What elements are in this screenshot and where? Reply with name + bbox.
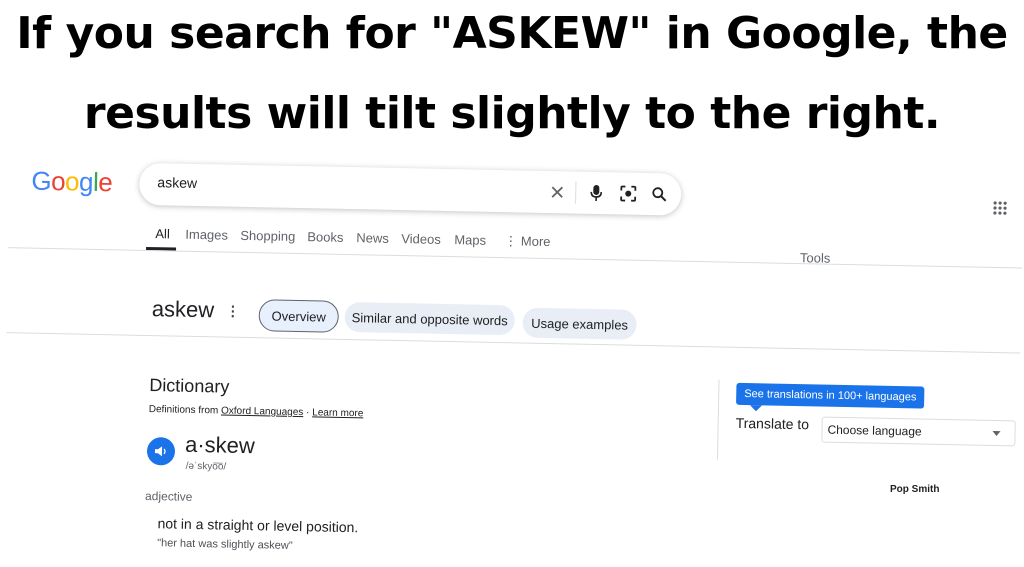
tab-videos[interactable]: Videos <box>401 231 441 247</box>
apps-grid-icon[interactable] <box>992 200 1008 216</box>
google-logo[interactable]: Google <box>31 166 112 199</box>
caption-line-1: If you search for "ASKEW" in Google, the <box>16 8 1008 59</box>
search-box[interactable]: askew <box>138 162 682 216</box>
translate-label: Translate to <box>735 414 810 433</box>
learn-more-link[interactable]: Learn more <box>312 407 363 419</box>
dictionary-title: Dictionary <box>149 375 230 397</box>
definition: not in a straight or level position. <box>157 515 359 536</box>
tab-more[interactable]: ⋮ More <box>504 233 551 250</box>
tab-maps[interactable]: Maps <box>454 232 486 248</box>
source-prefix: Definitions from <box>148 404 222 417</box>
definitions-source: Definitions from Oxford Languages · Lear… <box>149 404 364 419</box>
tab-all[interactable]: All <box>155 226 170 241</box>
chip-usage-examples[interactable]: Usage examples <box>522 307 637 340</box>
language-select[interactable]: Choose language <box>821 416 1016 447</box>
vertical-divider <box>716 379 720 460</box>
example-sentence: "her hat was slightly askew" <box>157 537 293 552</box>
pronunciation-speaker-button[interactable] <box>146 437 176 466</box>
microphone-icon[interactable] <box>584 181 608 205</box>
clear-icon[interactable] <box>545 180 569 204</box>
logo-letter: o <box>50 166 66 197</box>
language-select-value: Choose language <box>827 422 922 439</box>
speaker-icon <box>154 446 166 457</box>
tilted-search-results: Google askew All Images Shopping Books N… <box>0 150 1024 567</box>
divider <box>6 332 1021 354</box>
chip-overview[interactable]: Overview <box>258 299 340 333</box>
lens-icon[interactable] <box>616 181 640 205</box>
tab-books[interactable]: Books <box>307 229 343 245</box>
more-options-icon[interactable]: ⋮ <box>226 303 240 320</box>
logo-letter: G <box>31 165 52 197</box>
logo-letter: g <box>78 166 94 197</box>
chip-similar-words[interactable]: Similar and opposite words <box>344 301 515 336</box>
search-icon[interactable] <box>647 182 671 206</box>
translations-tooltip[interactable]: See translations in 100+ languages <box>736 382 925 409</box>
overview-word: askew <box>151 296 215 323</box>
tab-shopping[interactable]: Shopping <box>240 228 295 244</box>
tab-images[interactable]: Images <box>185 227 228 243</box>
chevron-down-icon <box>992 430 1001 437</box>
credit-text: Pop Smith <box>890 484 940 495</box>
divider <box>8 247 1022 269</box>
phonetic: /əˈskyo͞o/ <box>185 460 227 473</box>
logo-letter: e <box>97 166 113 198</box>
oxford-languages-link[interactable]: Oxford Languages <box>221 405 303 418</box>
logo-letter: o <box>64 166 80 197</box>
tab-news[interactable]: News <box>356 230 389 246</box>
headword: a·skew <box>184 431 256 459</box>
search-input[interactable]: askew <box>157 174 197 191</box>
search-divider <box>575 181 577 204</box>
caption-line-2: results will tilt slightly to the right. <box>83 88 941 139</box>
part-of-speech: adjective <box>144 488 193 504</box>
